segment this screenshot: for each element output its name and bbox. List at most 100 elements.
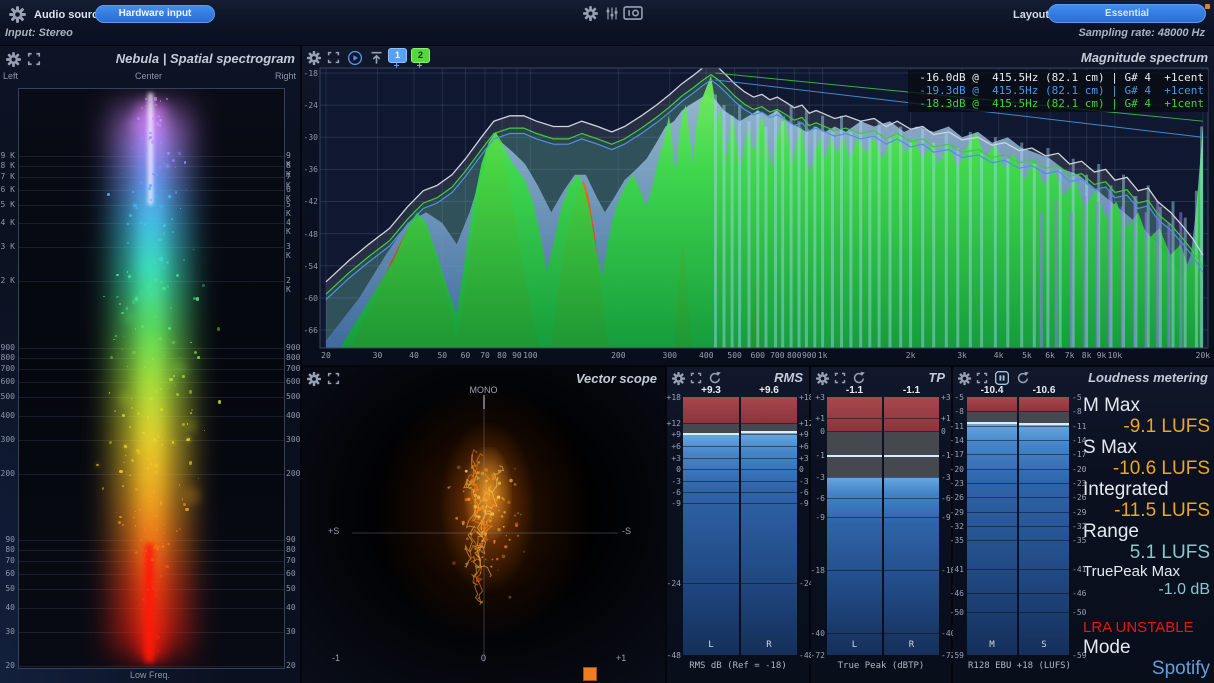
nebula-freq-tick: 5 K	[286, 200, 300, 218]
spectrum-freq-tick: 9k	[1097, 351, 1107, 360]
nebula-freq-tick: 4 K	[286, 218, 300, 236]
plus-s-label: +S	[328, 526, 339, 536]
meter-caption: True Peak (dBTP)	[811, 661, 951, 671]
loudness-settings-gear-icon[interactable]	[957, 371, 972, 386]
nebula-freq-tick: 80	[0, 545, 15, 554]
spectrum-readout-row: -16.0dB @ 415.5Hz (82.1 cm) | G# 4 +1cen…	[912, 71, 1204, 84]
nebula-freq-tick: 60	[0, 569, 15, 578]
spectrum-freq-tick: 100	[523, 351, 537, 360]
tp-reset-icon[interactable]	[852, 371, 866, 385]
loudness-title: Loudness metering	[1088, 370, 1208, 385]
spectrum-freq-tick: 7k	[1065, 351, 1075, 360]
spectrum-db-tick: -66	[303, 326, 318, 335]
nebula-freq-tick: 400	[286, 411, 300, 420]
layout-label: Layout	[1013, 9, 1049, 21]
spectrum-freq-tick: 800	[787, 351, 801, 360]
audio-source-label: Audio source	[34, 9, 104, 21]
channel-label: R	[884, 640, 939, 650]
meter-value: -10.6	[1019, 385, 1069, 396]
nebula-freq-tick: 400	[0, 411, 15, 420]
nebula-freq-tick: 60	[286, 569, 296, 578]
spectrum-freq-tick: 700	[770, 351, 784, 360]
meter-bar-m: M	[967, 397, 1017, 655]
channel-label: L	[827, 640, 882, 650]
rms-settings-gear-icon[interactable]	[671, 371, 686, 386]
loudness-stat-value: -11.5 LUFS	[1083, 500, 1210, 521]
nebula-freq-tick: 300	[286, 435, 300, 444]
nebula-freq-tick: 3 K	[0, 242, 15, 251]
spectrum-freq-tick: 80	[497, 351, 507, 360]
tp-meter-panel: TP +3+10-1-3-6-9-18-40-72+3+10-1-3-6-9-1…	[811, 367, 951, 683]
meter-scale-left: -5-8-11-14-17-20-23-26-29-32-35-41-46-50…	[953, 397, 966, 655]
loudness-pause-icon[interactable]	[994, 370, 1010, 386]
spectrum-readouts: -16.0dB @ 415.5Hz (82.1 cm) | G# 4 +1cen…	[908, 70, 1208, 112]
axis-zero-label: 0	[481, 653, 486, 663]
nebula-freq-tick: 80	[286, 545, 296, 554]
spectrum-readout-row: -19.3dB @ 415.5Hz (82.1 cm) | G# 4 +1cen…	[912, 84, 1204, 97]
nebula-freq-tick: 90	[0, 535, 15, 544]
loudness-stat-label: TruePeak Max	[1083, 563, 1210, 581]
mode-label: Mode	[1083, 637, 1131, 659]
loudness-stat-label: Range	[1083, 521, 1210, 542]
spectrum-db-tick: -48	[303, 230, 318, 239]
nebula-fullscreen-icon[interactable]	[27, 52, 41, 66]
spectrum-db-tick: -30	[303, 133, 318, 142]
nebula-freq-tick: 70	[0, 556, 15, 565]
pan-label-center: Center	[135, 71, 162, 81]
channel-label: M	[967, 640, 1017, 650]
loudness-stat-label: M Max	[1083, 395, 1210, 416]
pan-label-left: Left	[3, 71, 18, 81]
loudness-reset-icon[interactable]	[1016, 371, 1030, 385]
mono-label: MONO	[302, 385, 665, 395]
mixer-sliders-icon[interactable]	[604, 5, 620, 22]
meter-bar-s: S	[1019, 397, 1069, 655]
meter-scale-left: +3+10-1-3-6-9-18-40-72	[811, 397, 827, 655]
mode-value: Spotify	[1083, 658, 1210, 680]
input-info: Input: Stereo	[5, 27, 73, 39]
rms-fullscreen-icon[interactable]	[690, 372, 702, 384]
nebula-freq-tick: 90	[286, 535, 296, 544]
loudness-stat-value: 5.1 LUFS	[1083, 542, 1210, 563]
input-output-icon[interactable]	[623, 5, 643, 21]
spectrum-db-tick: -54	[303, 262, 318, 271]
meter-bar-l: L	[827, 397, 882, 655]
nebula-freq-tick: 40	[0, 603, 15, 612]
layout-preset-button[interactable]: Essential	[1048, 4, 1206, 23]
spectrum-freq-tick: 40	[409, 351, 419, 360]
hardware-input-button[interactable]: Hardware input	[95, 5, 215, 23]
rms-reset-icon[interactable]	[708, 371, 722, 385]
meter-bar-l: L	[683, 397, 739, 655]
nebula-panel: Nebula | Spatial spectrogram Left Center…	[0, 46, 300, 683]
spectrum-freq-tick: 50	[437, 351, 447, 360]
nebula-freq-tick: 2 K	[0, 276, 15, 285]
loudness-panel: Loudness metering M Max-9.1 LUFSS Max-10…	[953, 367, 1214, 683]
minus-s-label: -S	[622, 526, 631, 536]
nebula-freq-tick: 7 K	[0, 172, 15, 181]
nebula-freq-tick: 5 K	[0, 200, 15, 209]
loudness-stat-value: -10.6 LUFS	[1083, 458, 1210, 479]
rms-title: RMS	[774, 370, 803, 385]
tp-fullscreen-icon[interactable]	[834, 372, 846, 384]
nebula-freq-tick: 500	[286, 392, 300, 401]
meter-caption: R128 EBU +18 (LUFS)	[953, 661, 1086, 671]
spectrum-db-tick: -36	[303, 165, 318, 174]
tp-settings-gear-icon[interactable]	[815, 371, 830, 386]
nebula-freq-tick: 50	[286, 584, 296, 593]
nebula-freq-tick: 4 K	[0, 218, 15, 227]
nebula-freq-tick: 200	[0, 469, 15, 478]
spectrum-db-tick: -42	[303, 197, 318, 206]
loudness-stat-value: -9.1 LUFS	[1083, 416, 1210, 437]
nebula-settings-gear-icon[interactable]	[5, 51, 22, 68]
spectrum-freq-tick: 500	[727, 351, 741, 360]
nebula-freq-tick: 600	[286, 377, 300, 386]
channel-label: R	[741, 640, 797, 650]
spectrum-freq-tick: 400	[699, 351, 713, 360]
spectrum-freq-tick: 300	[663, 351, 677, 360]
audio-source-gear-icon[interactable]	[8, 5, 27, 24]
nebula-spectrogram-display[interactable]	[18, 88, 285, 669]
spectrum-freq-tick: 200	[611, 351, 625, 360]
spectrum-freq-tick: 900	[802, 351, 816, 360]
correlation-indicator	[583, 667, 597, 681]
settings-gear-icon[interactable]	[582, 5, 599, 22]
loudness-fullscreen-icon[interactable]	[976, 372, 988, 384]
